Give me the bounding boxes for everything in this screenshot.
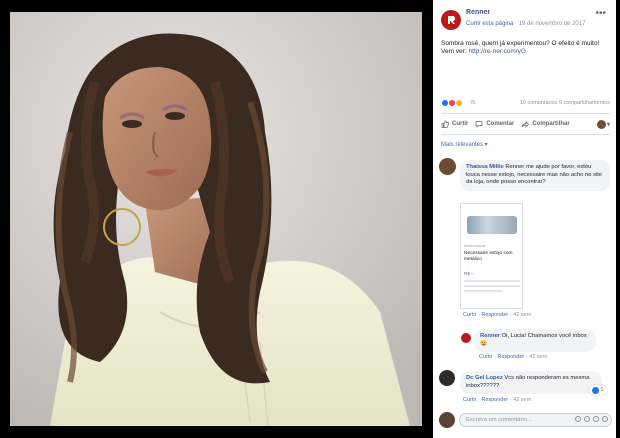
portrait-image — [10, 12, 422, 426]
sticker-icon[interactable] — [602, 416, 608, 422]
post-header: Renner Curtir esta página · 19 de novemb… — [441, 8, 612, 36]
comment-share-stats[interactable]: 10 comentários 6 compartilhamentos — [520, 100, 610, 106]
renner-reply-avatar[interactable] — [461, 333, 471, 343]
more-options-icon[interactable]: ••• — [595, 8, 606, 19]
comment-like-link[interactable]: Curtir — [463, 312, 476, 318]
comment-author[interactable]: Renner — [480, 333, 500, 339]
comment-sort-dropdown[interactable]: Mais relevantes ▾ — [441, 141, 488, 148]
reaction-count[interactable]: 7k — [470, 100, 476, 106]
comment-time[interactable]: 42 sem — [513, 397, 531, 403]
comment-time[interactable]: 42 sem — [529, 354, 547, 360]
share-button-label: Compartilhar — [532, 121, 570, 127]
post-meta: Curtir esta página · 19 de novembro de 2… — [466, 21, 585, 27]
comment-composer: Escreva um comentário... — [439, 412, 612, 430]
reply-comment: Renner Oi, Lucia! Chamamos você inbox 😉 … — [461, 329, 611, 363]
attachment-price: R$ -- — [464, 271, 474, 276]
like-page-link[interactable]: Curtir esta página — [466, 21, 513, 27]
comment: Dc Gel Lopez Vcs não responderam es mesm… — [439, 370, 614, 408]
post-link[interactable]: http://re-ner.com/yG — [468, 48, 525, 55]
post-panel: Renner Curtir esta página · 19 de novemb… — [433, 0, 616, 438]
comment-author[interactable]: Dc Gel Lopez — [466, 375, 503, 381]
comment-like-count: 1 — [600, 387, 604, 393]
comment-actions: Curtir · Responder · 42 sem — [479, 354, 548, 360]
emoji-icon[interactable] — [575, 416, 581, 422]
link-attachment[interactable]: renner.com.br Necessaire estojo com metá… — [460, 203, 523, 309]
divider — [441, 134, 610, 135]
comment-button-label: Comentar — [486, 121, 515, 127]
comment-time[interactable]: 42 sem — [513, 312, 531, 318]
divider — [441, 113, 610, 114]
comment-actions: Curtir · Responder · 42 sem — [463, 312, 532, 318]
comment-like-link[interactable]: Curtir — [463, 397, 476, 403]
reactions-summary[interactable]: 7k 10 comentários 6 compartilhamentos — [441, 99, 610, 109]
commenter-avatar[interactable] — [439, 158, 456, 175]
post-actions: Curtir Comentar Compartilhar ▾ — [441, 117, 610, 131]
attachment-description — [464, 280, 520, 295]
like-reaction-icon — [592, 386, 600, 394]
post-text: Sombra rosê, quem já experimentou? O efe… — [441, 40, 609, 56]
comment-reply-link[interactable]: Responder — [481, 312, 508, 318]
like-button[interactable]: Curtir — [441, 120, 468, 128]
comment-button[interactable]: Comentar — [475, 120, 514, 128]
share-icon — [522, 120, 530, 128]
attachment-source: renner.com.br — [464, 244, 486, 248]
reaction-identity-selector[interactable]: ▾ — [596, 119, 610, 129]
post-date[interactable]: 19 de novembro de 2017 — [519, 21, 586, 27]
renner-logo-icon[interactable] — [441, 10, 461, 30]
product-thumbnail — [467, 216, 517, 234]
comment-author[interactable]: Thaissa Millie — [466, 164, 504, 170]
reaction-icons — [441, 99, 463, 107]
attachment-title: Necessaire estojo com metálico — [464, 251, 513, 262]
comment-reply-link[interactable]: Responder — [481, 397, 508, 403]
share-button[interactable]: Compartilhar — [521, 120, 570, 128]
comment-bubble: Renner Oi, Lucia! Chamamos você inbox 😉 — [474, 329, 596, 352]
like-button-label: Curtir — [452, 121, 469, 127]
comment-reply-link[interactable]: Responder — [497, 354, 524, 360]
comment-bubble: Dc Gel Lopez Vcs não responderam es mesm… — [460, 371, 602, 394]
thumbs-up-icon — [441, 120, 449, 128]
comment-icon — [475, 121, 483, 128]
user-avatar — [596, 119, 606, 129]
chevron-down-icon: ▾ — [606, 121, 610, 128]
composer-tools — [575, 416, 608, 422]
post-photo[interactable] — [10, 12, 422, 426]
commenter-avatar[interactable] — [439, 370, 455, 386]
wow-reaction-icon — [455, 99, 463, 107]
comment-bubble: Thaissa Millie Renner me ajude por favor… — [460, 160, 610, 191]
comment-like-badge[interactable]: 1 — [589, 385, 607, 395]
gif-icon[interactable] — [593, 416, 599, 422]
comment-like-link[interactable]: Curtir — [479, 354, 492, 360]
comment-actions: Curtir · Responder · 42 sem — [463, 397, 532, 403]
page-name[interactable]: Renner — [466, 9, 490, 16]
user-avatar[interactable] — [439, 412, 455, 428]
camera-icon[interactable] — [584, 416, 590, 422]
